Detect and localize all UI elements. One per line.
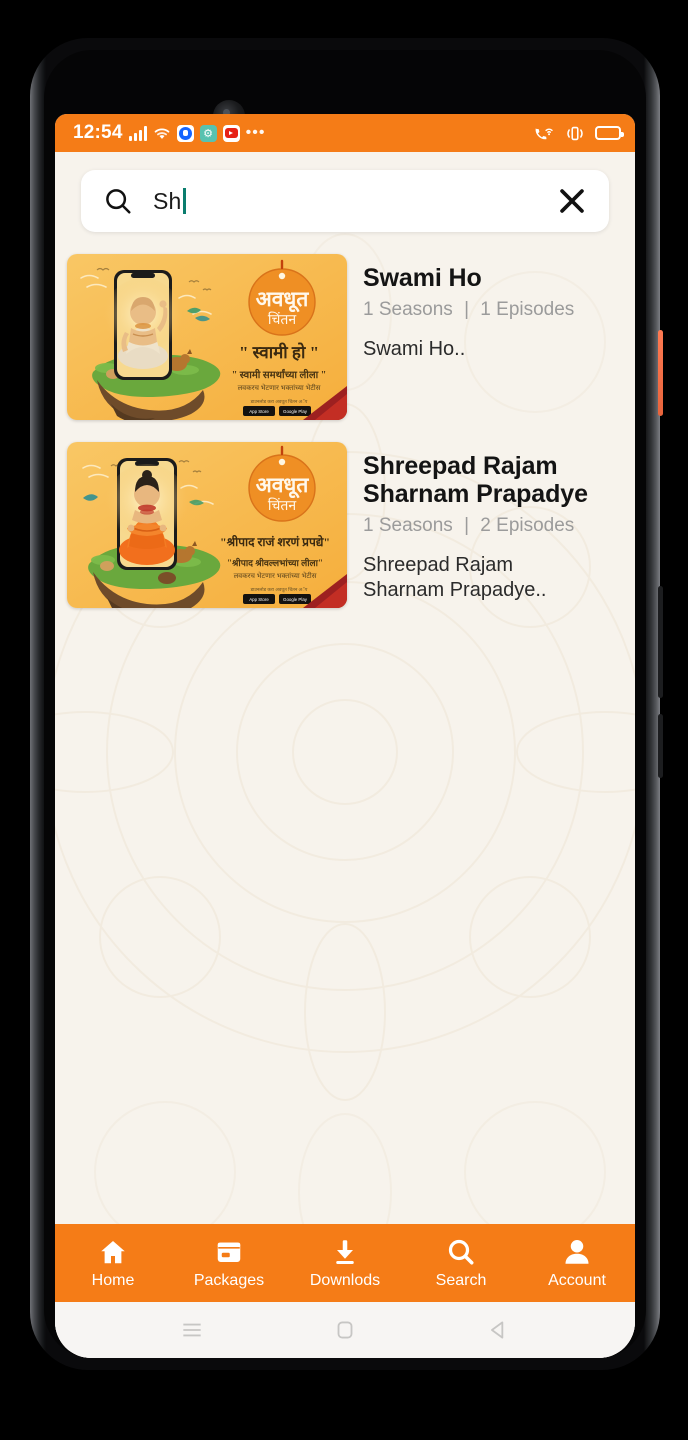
- svg-text:अवधूत: अवधूत: [256, 287, 310, 313]
- svg-text:"श्रीपाद राजं शरणं प्रपद्ये": "श्रीपाद राजं शरणं प्रपद्ये": [220, 535, 330, 549]
- search-result-row[interactable]: अवधूत चिंतन " स्वामी हो " " स्वामी समर्थ…: [55, 254, 635, 420]
- status-bar-right-group: [533, 125, 624, 142]
- signal-bars-icon: [128, 125, 147, 141]
- svg-text:डाउनलोड करा अवधूत चिंतन अॅप: डाउनलोड करा अवधूत चिंतन अॅप: [250, 398, 308, 405]
- result-counts: 1 Seasons | 2 Episodes: [363, 515, 595, 537]
- person-icon: [562, 1237, 592, 1267]
- svg-text:अवधूत: अवधूत: [256, 473, 310, 499]
- android-system-navigation: [55, 1302, 635, 1358]
- search-input[interactable]: Sh: [81, 170, 609, 232]
- svg-text:App Store: App Store: [249, 409, 269, 414]
- result-title: Swami Ho: [363, 264, 482, 292]
- svg-text:App Store: App Store: [249, 597, 269, 602]
- swami-ho-thumbnail[interactable]: अवधूत चिंतन " स्वामी हो " " स्वामी समर्थ…: [67, 254, 347, 420]
- result-counts: 1 Seasons | 1 Episodes: [363, 299, 574, 321]
- phone-mockup: 12:54 ⚙ ••• Sh अवधूत चिंतन " स्वामी हो "…: [30, 38, 663, 1370]
- nav-label: Account: [548, 1271, 606, 1289]
- result-separator: |: [464, 299, 470, 320]
- battery-icon: [595, 126, 624, 140]
- vibrate-mode-icon: [564, 125, 586, 142]
- search-input-value: Sh: [153, 187, 182, 214]
- home-button[interactable]: [332, 1317, 358, 1343]
- nav-item-home[interactable]: Home: [55, 1237, 171, 1290]
- app-notification-youtube-icon: [222, 124, 240, 142]
- nav-item-downloads[interactable]: Downlods: [287, 1237, 403, 1290]
- svg-text:चिंतन: चिंतन: [268, 311, 296, 328]
- status-overflow-dots: •••: [245, 124, 266, 141]
- result-description: Swami Ho..: [363, 338, 466, 360]
- search-input-text[interactable]: Sh: [153, 188, 555, 215]
- nav-item-packages[interactable]: Packages: [171, 1237, 287, 1290]
- svg-text:लवकरच भेटणार भक्तांच्या भेटीस: लवकरच भेटणार भक्तांच्या भेटीस: [234, 571, 317, 580]
- status-bar: 12:54 ⚙ •••: [55, 114, 635, 152]
- power-button[interactable]: [658, 330, 663, 416]
- package-box-icon: [214, 1237, 244, 1267]
- result-episodes: 2 Episodes: [480, 515, 575, 536]
- result-meta: Shreepad Rajam Sharnam Prapadye 1 Season…: [363, 442, 595, 608]
- search-icon: [446, 1237, 476, 1267]
- home-icon: [98, 1237, 128, 1267]
- back-button[interactable]: [485, 1317, 511, 1343]
- app-content: Sh अवधूत चिंतन " स्वामी हो " " स्वामी सम…: [55, 152, 635, 1358]
- svg-text:Google Play: Google Play: [283, 409, 308, 414]
- result-episodes: 1 Episodes: [480, 299, 575, 320]
- volume-down-button[interactable]: [658, 714, 663, 778]
- nav-item-search[interactable]: Search: [403, 1237, 519, 1290]
- result-description: Shreepad Rajam Sharnam Prapadye..: [363, 554, 547, 601]
- search-icon: [103, 186, 133, 216]
- svg-text:लवकरच भेटणार भक्तांच्या भेटीस: लवकरच भेटणार भक्तांच्या भेटीस: [238, 383, 321, 392]
- search-results-list: अवधूत चिंतन " स्वामी हो " " स्वामी समर्थ…: [55, 232, 635, 608]
- search-result-row[interactable]: अवधूत चिंतन "श्रीपाद राजं शरणं प्रपद्ये"…: [55, 442, 635, 608]
- svg-text:"श्रीपाद श्रीवल्लभांच्या लीला": "श्रीपाद श्रीवल्लभांच्या लीला": [227, 557, 323, 568]
- bottom-navigation-bar: Home Packages Downlods Search Account: [55, 1224, 635, 1302]
- svg-text:" स्वामी समर्थांच्या लीला ": " स्वामी समर्थांच्या लीला ": [232, 368, 327, 381]
- nav-label: Home: [91, 1271, 135, 1289]
- close-icon[interactable]: [555, 184, 589, 218]
- result-separator: |: [464, 515, 470, 536]
- svg-text:डाउनलोड करा अवधूत चिंतन अॅप: डाउनलोड करा अवधूत चिंतन अॅप: [250, 586, 308, 593]
- app-notification-teal-icon: ⚙: [199, 124, 217, 142]
- text-caret: [182, 188, 186, 214]
- result-title: Shreepad Rajam Sharnam Prapadye: [363, 452, 588, 508]
- result-meta: Swami Ho 1 Seasons | 1 Episodes Swami Ho…: [363, 254, 574, 420]
- phone-screen: 12:54 ⚙ ••• Sh अवधूत चिंतन " स्वामी हो "…: [55, 114, 635, 1358]
- recents-button[interactable]: [179, 1317, 205, 1343]
- search-bar-container: Sh: [55, 152, 635, 232]
- nav-label: Search: [435, 1271, 487, 1289]
- wifi-calling-icon: [533, 125, 555, 142]
- nav-item-account[interactable]: Account: [519, 1237, 635, 1290]
- shreepad-rajam-thumbnail[interactable]: अवधूत चिंतन "श्रीपाद राजं शरणं प्रपद्ये"…: [67, 442, 347, 608]
- svg-text:Google Play: Google Play: [283, 597, 308, 602]
- nav-label: Downlods: [309, 1271, 381, 1289]
- status-time: 12:54: [73, 122, 123, 143]
- svg-text:" स्वामी हो ": " स्वामी हो ": [239, 342, 319, 362]
- nav-label: Packages: [193, 1271, 265, 1289]
- status-bar-left-group: 12:54 ⚙ •••: [73, 122, 265, 144]
- wifi-icon: [153, 126, 171, 141]
- volume-up-button[interactable]: [658, 586, 663, 698]
- result-seasons: 1 Seasons: [363, 515, 453, 536]
- download-icon: [330, 1237, 360, 1267]
- result-seasons: 1 Seasons: [363, 299, 453, 320]
- svg-text:चिंतन: चिंतन: [268, 497, 296, 514]
- app-notification-blue-icon: [176, 124, 194, 142]
